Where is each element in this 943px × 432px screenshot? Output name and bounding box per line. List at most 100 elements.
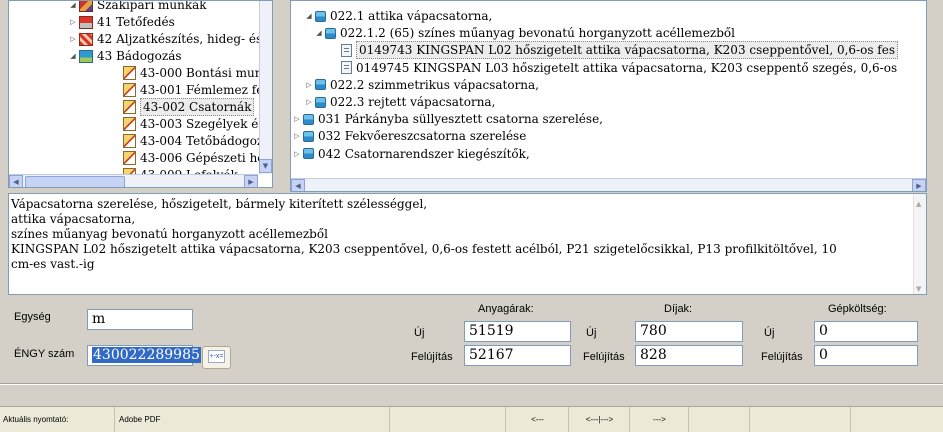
- tree-item[interactable]: ▷ 042 Csatornarendszer kiegészítők,: [293, 145, 530, 163]
- fee-new-field[interactable]: 780: [635, 321, 743, 342]
- scroll-right-icon[interactable]: ▶: [244, 175, 258, 187]
- collapsed-twisty-icon[interactable]: ▷: [293, 146, 301, 162]
- status-bar: Aktuális nyomtató: Adobe PDF <--- <---|-…: [0, 406, 943, 432]
- item-tree-hscrollbar[interactable]: ◀ ▶: [291, 178, 926, 191]
- tree-item[interactable]: ▷ 41 Tetőfedés: [69, 13, 175, 31]
- tree-item-label: 042 Csatornarendszer kiegészítők,: [318, 146, 530, 161]
- folder-icon: [303, 113, 314, 125]
- scroll-left-icon[interactable]: ◀: [291, 179, 305, 191]
- collapsed-twisty-icon[interactable]: ▷: [69, 31, 77, 47]
- printer-label: Aktuális nyomtató:: [0, 407, 115, 432]
- item-icon: [123, 134, 136, 148]
- item-description: Vápacsatorna szerelése, hőszigetelt, bár…: [8, 193, 927, 295]
- expanded-twisty-icon[interactable]: ◢: [69, 48, 77, 64]
- tree-item-label: 022.2 szimmetrikus vápacsatorna,: [330, 77, 539, 92]
- machine-new-field[interactable]: 0: [814, 321, 918, 342]
- tree-item-label: 43-003 Szegélyek és hajla: [140, 117, 272, 131]
- tree-item[interactable]: ▷ 022.2 szimmetrikus vápacsatorna,: [305, 76, 539, 94]
- tree-item[interactable]: ◢ 022.1 attika vápacsatorna,: [305, 7, 492, 25]
- collapsed-twisty-icon[interactable]: ▷: [69, 14, 77, 30]
- unit-label: Egység: [14, 311, 51, 323]
- calculator-button[interactable]: +-x=: [202, 346, 231, 369]
- trades-icon: [79, 1, 93, 12]
- tree-item-label: 022.3 rejtett vápacsatorna,: [330, 95, 496, 109]
- tree-item[interactable]: 43-003 Szegélyek és hajla: [113, 115, 272, 133]
- doc-icon: [341, 61, 352, 75]
- tree-item[interactable]: 0149745 KINGSPAN L03 hőszigetelt attika …: [331, 59, 897, 77]
- tree-item[interactable]: ▷ 42 Aljzatkészítés, hideg- és m: [69, 30, 273, 48]
- item-tree[interactable]: ◢ 022.1 attika vápacsatorna, ◢ 022.1.2 (65)…: [290, 0, 927, 192]
- tree-item-label: 0149745 KINGSPAN L03 hőszigetelt attika …: [356, 60, 898, 75]
- material-renovation-field[interactable]: 52167: [464, 345, 571, 366]
- folder-icon: [315, 79, 326, 91]
- expanded-twisty-icon[interactable]: ◢: [69, 1, 77, 13]
- tree-item[interactable]: ▷ 032 Fekvőereszcsatorna szerelése: [293, 127, 526, 145]
- doc-icon: [341, 43, 352, 57]
- item-icon: [123, 66, 136, 80]
- status-cell-empty: [391, 407, 506, 432]
- scroll-down-icon[interactable]: ▼: [259, 159, 272, 173]
- calculator-icon: +-x=: [208, 350, 225, 363]
- status-cell-empty: [751, 407, 851, 432]
- collapsed-twisty-icon[interactable]: ▷: [293, 128, 301, 144]
- material-prices-header: Anyagárak:: [478, 303, 534, 315]
- unit-field[interactable]: m: [87, 309, 193, 330]
- description-text: Vápacsatorna szerelése, hőszigetelt, bár…: [11, 197, 837, 271]
- item-icon: [123, 117, 136, 131]
- tree-item[interactable]: ▷ 022.3 rejtett vápacsatorna,: [305, 93, 495, 111]
- tree-item[interactable]: 43-000 Bontási munkák: [113, 64, 273, 82]
- folder-icon: [315, 96, 326, 108]
- folder-icon: [315, 10, 326, 22]
- expanded-twisty-icon[interactable]: ◢: [305, 8, 313, 24]
- category-tree[interactable]: ◢ Szakipari munkák ▷ 41 Tetőfedés ▷ 42 Aljzat…: [8, 0, 273, 188]
- tree-item-label: Szakipari munkák: [97, 0, 207, 12]
- tree-item[interactable]: 0149743 KINGSPAN L02 hőszigetelt attika …: [331, 41, 898, 60]
- tree-item-label: 41 Tetőfedés: [97, 15, 175, 29]
- material-new-field[interactable]: 51519: [464, 321, 571, 342]
- tree-item[interactable]: ◢ 43 Bádogozás: [69, 47, 181, 65]
- scroll-left-icon[interactable]: ◀: [9, 175, 23, 187]
- tree-item-label: 022.1 attika vápacsatorna,: [330, 9, 493, 23]
- tree-item-label: 42 Aljzatkészítés, hideg- és m: [97, 32, 273, 46]
- status-cell-empty: [690, 407, 750, 432]
- material-new-label: Új: [414, 327, 425, 339]
- fee-new-label: Új: [586, 327, 597, 339]
- fee-renovation-field[interactable]: 828: [635, 345, 743, 366]
- nav-forward-button[interactable]: --->: [631, 407, 689, 432]
- tree-item[interactable]: 43-002 Csatornák: [113, 98, 255, 116]
- tree-item[interactable]: 43-001 Fémlemez fedése: [113, 81, 272, 99]
- item-icon: [123, 151, 136, 165]
- collapsed-twisty-icon[interactable]: ▷: [305, 77, 313, 93]
- scroll-thumb[interactable]: [25, 176, 125, 187]
- panel-splitter[interactable]: [278, 0, 286, 192]
- collapsed-twisty-icon[interactable]: ▷: [305, 94, 313, 110]
- machine-renovation-field[interactable]: 0: [814, 345, 918, 366]
- tree-item-label: 032 Fekvőereszcsatorna szerelése: [318, 129, 527, 144]
- tree-item[interactable]: 43-006 Gépészeti hőszig: [113, 149, 272, 167]
- tree-item-label: 43-000 Bontási munkák: [140, 66, 273, 80]
- tree-item[interactable]: ▷ 031 Párkányba süllyesztett csatorna sze…: [293, 110, 603, 128]
- tree-item[interactable]: ◢ 022.1.2 (65) színes műanyag bevonatú ho…: [315, 24, 735, 42]
- description-vscrollbar[interactable]: ▲ ▼: [913, 194, 926, 294]
- fees-header: Díjak:: [664, 303, 693, 315]
- nav-both-button[interactable]: <---|--->: [570, 407, 630, 432]
- tree-item-label: 43-002 Csatornák: [140, 98, 255, 116]
- expanded-twisty-icon[interactable]: ◢: [315, 25, 323, 41]
- nav-back-button[interactable]: <---: [507, 407, 569, 432]
- item-icon: [123, 100, 136, 114]
- checker-icon: [79, 32, 93, 46]
- engy-number-field[interactable]: 430022289985: [87, 345, 201, 366]
- bottom-separator-light: [0, 384, 943, 385]
- tree-item-label: 0149743 KINGSPAN L02 hőszigetelt attika …: [356, 41, 898, 60]
- engy-number-label: ÉNGY szám: [14, 348, 75, 360]
- category-tree-vscrollbar[interactable]: ▼: [259, 1, 272, 174]
- folder-icon: [325, 27, 336, 39]
- scroll-right-icon[interactable]: ▶: [912, 179, 926, 191]
- printer-value: Adobe PDF: [116, 407, 390, 432]
- tree-item[interactable]: ◢ Szakipari munkák: [69, 0, 207, 14]
- collapsed-twisty-icon[interactable]: ▷: [293, 111, 301, 127]
- tree-item-label: 031 Párkányba süllyesztett csatorna szer…: [318, 112, 603, 127]
- category-tree-hscrollbar[interactable]: ◀ ▶: [9, 174, 258, 187]
- tree-item[interactable]: 43-004 Tetőbádogozások: [113, 132, 272, 150]
- tin-icon: [79, 49, 93, 63]
